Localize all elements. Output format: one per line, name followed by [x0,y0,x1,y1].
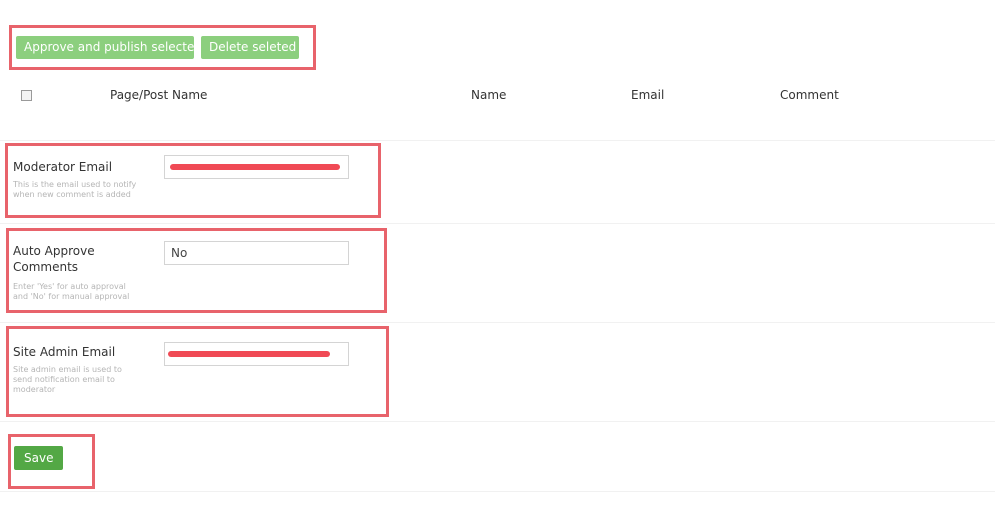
row-divider [0,491,995,492]
column-header-name: Name [471,88,507,102]
delete-selected-button[interactable]: Delete seleted [201,36,299,59]
redaction-mark [170,164,340,170]
column-header-comment: Comment [780,88,839,102]
redaction-mark [168,351,330,357]
row-divider [0,322,995,323]
row-divider [0,421,995,422]
site-admin-email-description: Site admin email is used to send notific… [13,365,122,394]
auto-approve-comments-description: Enter 'Yes' for auto approval and 'No' f… [13,282,130,301]
row-divider [0,140,995,141]
column-header-page-post-name: Page/Post Name [110,88,208,102]
moderator-email-label: Moderator Email [13,160,113,174]
auto-approve-comments-label: Auto Approve Comments [13,244,95,274]
column-header-email: Email [631,88,665,102]
site-admin-email-label: Site Admin Email [13,345,116,359]
select-all-checkbox[interactable] [21,90,32,101]
auto-approve-comments-input[interactable]: No [164,241,349,265]
approve-and-publish-selected-button[interactable]: Approve and publish selected [16,36,202,59]
comment-moderation-settings-page: Approve and publish selected Delete sele… [0,0,995,527]
row-divider [0,223,995,224]
moderator-email-description: This is the email used to notify when ne… [13,180,137,199]
save-button[interactable]: Save [14,446,64,470]
